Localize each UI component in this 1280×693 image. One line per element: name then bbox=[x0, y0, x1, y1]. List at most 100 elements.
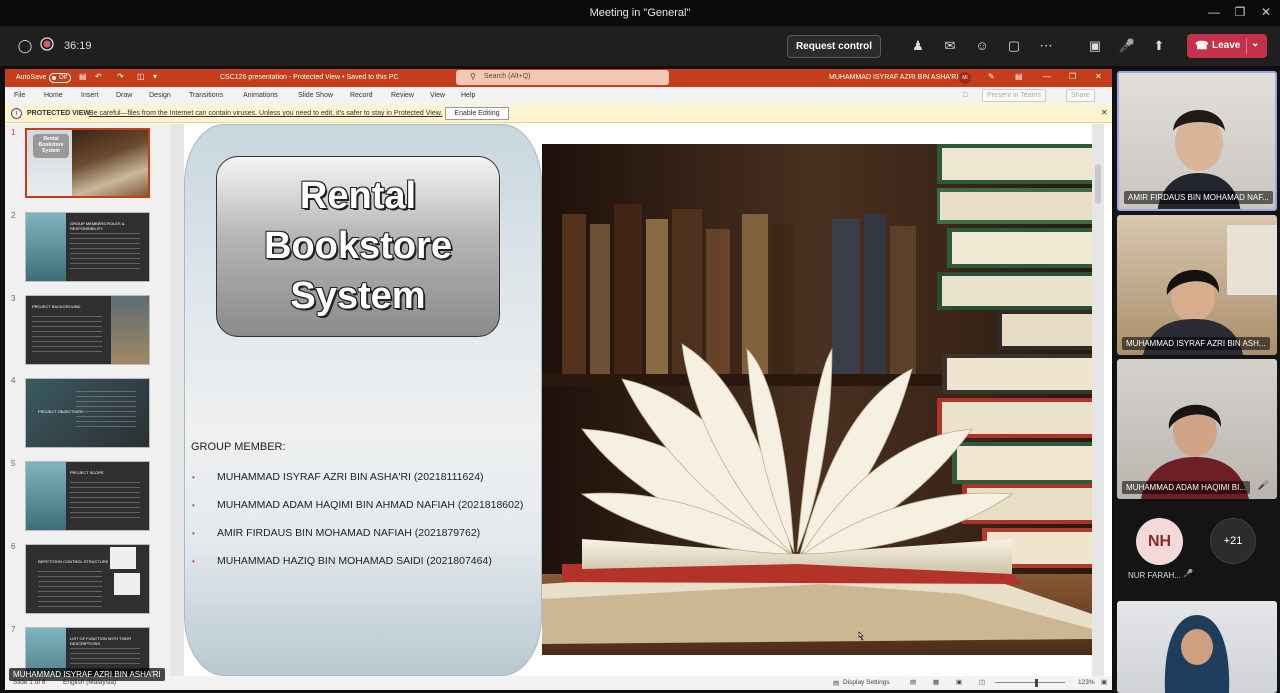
pen-icon[interactable]: ✎ bbox=[988, 72, 995, 81]
member-item: • AMIR FIRDAUS BIN MOHAMAD NAFIAH (202187… bbox=[192, 527, 480, 539]
participant-name: NUR FARAH... bbox=[1128, 571, 1181, 580]
share-screen-icon[interactable]: ⬆ bbox=[1150, 37, 1168, 55]
undo-icon[interactable]: ↶ bbox=[95, 72, 102, 81]
reading-view-icon[interactable]: ▣ bbox=[956, 678, 962, 686]
camera-icon[interactable]: ▣ bbox=[1086, 37, 1104, 55]
ribbon-display-icon[interactable]: ▤ bbox=[1015, 72, 1023, 81]
leave-button[interactable]: ☎ Leave ⌄ bbox=[1187, 34, 1267, 58]
thumb-title-box: Rental Bookstore System bbox=[33, 134, 69, 158]
tab-help[interactable]: Help bbox=[461, 92, 475, 99]
present-icon[interactable]: ◫ bbox=[137, 72, 145, 81]
current-slide[interactable]: Rental Bookstore System GROUP MEMBER: • M… bbox=[184, 124, 1092, 676]
share-button[interactable]: Share bbox=[1066, 89, 1095, 102]
slide-title-line: System bbox=[290, 275, 426, 317]
slide-thumbnail-5[interactable]: PROJECT SCOPE bbox=[25, 461, 150, 531]
more-participants-button[interactable]: +21 bbox=[1210, 518, 1256, 564]
slide-sorter-icon[interactable]: ▦ bbox=[933, 678, 939, 686]
ppt-restore-icon[interactable]: ❐ bbox=[1069, 72, 1076, 81]
slide-title-line: Bookstore bbox=[264, 225, 452, 267]
shared-powerpoint-window: AutoSave Off ▤ ↶ ↷ ◫ ▾ CSC126 presentati… bbox=[5, 69, 1112, 690]
participant-tile[interactable]: AMIR FIRDAUS BIN MOHAMAD NAF... bbox=[1117, 71, 1277, 211]
slide-thumbnail-4[interactable]: PROJECT OBJECTIVES bbox=[25, 378, 150, 448]
slide-thumbnail-3[interactable]: PROJECT BACKGROUND bbox=[25, 295, 150, 365]
people-icon[interactable]: ♟ bbox=[909, 37, 927, 55]
participant-avatar[interactable]: NH bbox=[1136, 518, 1183, 565]
ppt-close-icon[interactable]: ✕ bbox=[1095, 72, 1102, 81]
tab-file[interactable]: File bbox=[14, 92, 25, 99]
thumb-accent bbox=[26, 213, 66, 281]
request-control-button[interactable]: Request control bbox=[787, 35, 881, 58]
normal-view-icon[interactable]: ▤ bbox=[910, 678, 916, 686]
chevron-down-icon[interactable]: ⌄ bbox=[1251, 38, 1259, 49]
mic-off-icon[interactable]: 🎤 bbox=[1118, 37, 1136, 55]
ppt-user-avatar[interactable]: MI bbox=[959, 72, 971, 84]
tab-design[interactable]: Design bbox=[149, 92, 171, 99]
thumb-number: 4 bbox=[11, 376, 16, 385]
thumb-accent bbox=[111, 296, 149, 364]
enable-editing-button[interactable]: Enable Editing bbox=[445, 107, 509, 120]
window-titlebar: Meeting in "General" — ❐ ✕ bbox=[0, 0, 1280, 26]
zoom-slider[interactable] bbox=[995, 682, 1065, 683]
thumb-title: PROJECT SCOPE bbox=[70, 470, 104, 475]
ppt-status-bar: Slide 1 of 8 English (Malaysia) ▤ Displa… bbox=[5, 676, 1112, 690]
vertical-scrollbar[interactable] bbox=[1095, 164, 1101, 204]
tab-draw[interactable]: Draw bbox=[116, 92, 132, 99]
ppt-search-box[interactable]: ⚲ Search (Alt+Q) bbox=[456, 70, 669, 85]
redo-icon[interactable]: ↷ bbox=[117, 72, 124, 81]
slide-left-panel: Rental Bookstore System GROUP MEMBER: • M… bbox=[184, 124, 542, 676]
restore-icon[interactable]: ❐ bbox=[1232, 4, 1248, 20]
tab-slide-show[interactable]: Slide Show bbox=[298, 92, 333, 99]
tab-insert[interactable]: Insert bbox=[81, 92, 99, 99]
tab-record[interactable]: Record bbox=[350, 92, 373, 99]
zoom-slider-handle[interactable] bbox=[1035, 679, 1038, 687]
tab-transitions[interactable]: Transitions bbox=[189, 92, 223, 99]
slide-thumbnail-1[interactable]: Rental Bookstore System bbox=[25, 128, 150, 198]
slide-editor-canvas: Rental Bookstore System GROUP MEMBER: • M… bbox=[171, 124, 1104, 676]
slide-thumbnail-6[interactable]: REPETITION CONTROL STRUCTURE bbox=[25, 544, 150, 614]
present-in-teams-button[interactable]: Present in Teams bbox=[982, 89, 1046, 102]
display-settings-icon[interactable]: ▤ bbox=[833, 679, 839, 687]
comment-icon[interactable]: □ bbox=[963, 92, 967, 99]
ppt-minimize-icon[interactable]: — bbox=[1043, 72, 1051, 81]
customize-icon[interactable]: ▾ bbox=[153, 72, 157, 81]
minimize-icon[interactable]: — bbox=[1206, 4, 1222, 20]
display-settings-button[interactable]: Display Settings bbox=[843, 679, 890, 686]
bullet-icon: • bbox=[192, 557, 195, 566]
participant-tile[interactable]: MUHAMMAD ISYRAF AZRI BIN ASH... bbox=[1117, 215, 1277, 355]
chat-icon[interactable]: ✉ bbox=[941, 37, 959, 55]
protected-view-message[interactable]: Be careful—files from the Internet can c… bbox=[89, 110, 442, 117]
group-member-label: GROUP MEMBER: bbox=[191, 441, 286, 453]
reactions-icon[interactable]: ☺ bbox=[973, 37, 991, 55]
participant-name: MUHAMMAD ADAM HAQIMI BI... bbox=[1122, 481, 1251, 494]
slide-title-line: Rental bbox=[299, 175, 417, 217]
tab-animations[interactable]: Animations bbox=[243, 92, 278, 99]
protected-view-label: PROTECTED VIEW bbox=[27, 110, 91, 117]
ppt-titlebar: AutoSave Off ▤ ↶ ↷ ◫ ▾ CSC126 presentati… bbox=[5, 69, 1112, 87]
protected-view-bar: i PROTECTED VIEW Be careful—files from t… bbox=[5, 105, 1112, 123]
zoom-level[interactable]: 123% bbox=[1078, 679, 1095, 686]
participant-tile[interactable]: MUHAMMAD ADAM HAQIMI BI... 🎤 bbox=[1117, 359, 1277, 499]
recording-icon bbox=[38, 37, 56, 55]
fit-slide-icon[interactable]: ▣ bbox=[1101, 678, 1107, 686]
participant-video bbox=[1164, 615, 1230, 693]
member-item: • MUHAMMAD ISYRAF AZRI BIN ASHA'RI (20218… bbox=[192, 471, 484, 483]
close-icon[interactable]: ✕ bbox=[1258, 4, 1274, 20]
slideshow-icon[interactable]: ◫ bbox=[979, 678, 985, 686]
tab-view[interactable]: View bbox=[430, 92, 445, 99]
tab-review[interactable]: Review bbox=[391, 92, 414, 99]
thumb-number: 5 bbox=[11, 459, 16, 468]
slide-thumbnail-2[interactable]: GROUP MEMBERS ROLES & RESPONSIBILITY bbox=[25, 212, 150, 282]
meeting-toolbar: ◯ 36:19 Request control ♟ ✉ ☺ ▢ ⋯ ▣ 🎤 ⬆ … bbox=[0, 26, 1280, 66]
rooms-icon[interactable]: ▢ bbox=[1005, 37, 1023, 55]
close-bar-icon[interactable]: ✕ bbox=[1101, 108, 1108, 117]
presenter-name-label: MUHAMMAD ISYRAF AZRI BIN ASHA'RI bbox=[9, 668, 165, 681]
participant-tile[interactable] bbox=[1117, 601, 1277, 693]
participants-gallery: AMIR FIRDAUS BIN MOHAMAD NAF... MUHAMMAD… bbox=[1114, 69, 1280, 693]
autosave-toggle[interactable]: Off bbox=[49, 73, 71, 83]
member-text: MUHAMMAD ADAM HAQIMI BIN AHMAD NAFIAH (2… bbox=[217, 499, 524, 511]
save-icon[interactable]: ▤ bbox=[79, 72, 87, 81]
tab-home[interactable]: Home bbox=[44, 92, 63, 99]
participant-name: AMIR FIRDAUS BIN MOHAMAD NAF... bbox=[1124, 191, 1273, 204]
search-placeholder: Search (Alt+Q) bbox=[484, 73, 531, 80]
more-icon[interactable]: ⋯ bbox=[1037, 37, 1055, 55]
